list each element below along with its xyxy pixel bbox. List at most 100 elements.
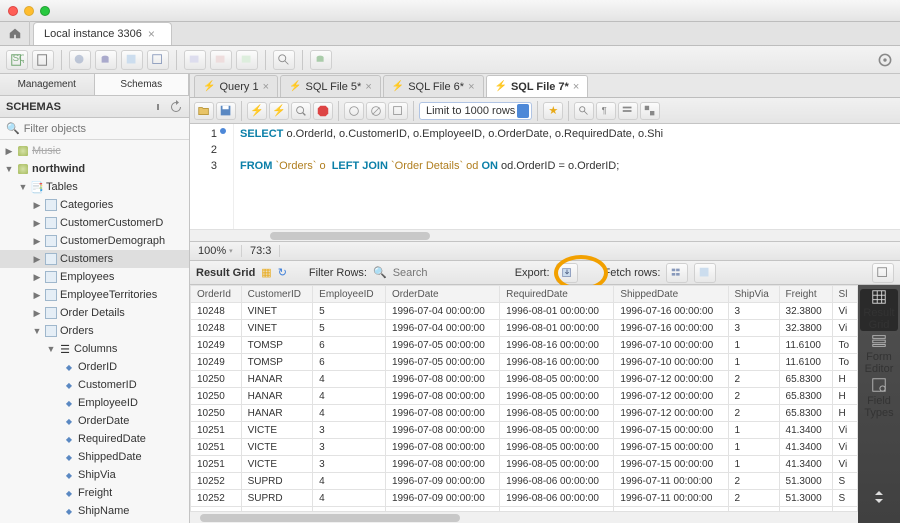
close-icon[interactable]: ×	[263, 81, 269, 93]
table-cell[interactable]: 1996-07-05 00:00:00	[385, 337, 499, 354]
table-cell[interactable]: 10251	[191, 422, 242, 439]
tree-table-categories[interactable]: ▶Categories	[0, 196, 189, 214]
table-cell[interactable]: H	[832, 371, 857, 388]
filter-rows-input[interactable]	[393, 267, 483, 279]
scrollbar-thumb[interactable]	[200, 514, 460, 522]
export-button[interactable]	[556, 263, 578, 283]
stop-button[interactable]	[313, 102, 333, 120]
table-row[interactable]: 10250HANAR41996-07-08 00:00:001996-08-05…	[191, 405, 858, 422]
field-types-mode-button[interactable]: Field Types	[860, 377, 898, 419]
table-cell[interactable]: 65.8300	[779, 388, 832, 405]
grid-icon[interactable]: ▦	[261, 266, 271, 279]
table-cell[interactable]: 1996-07-09 00:00:00	[385, 473, 499, 490]
result-grid-mode-button[interactable]: Result Grid	[860, 289, 898, 331]
tree-column[interactable]: RequiredDate	[0, 430, 189, 448]
tree-table-customers[interactable]: ▶Customers	[0, 250, 189, 268]
table-cell[interactable]: 41.3400	[779, 456, 832, 473]
table-cell[interactable]: VICTE	[241, 456, 313, 473]
table-cell[interactable]: 1996-07-11 00:00:00	[614, 473, 728, 490]
table-cell[interactable]: 5	[313, 320, 386, 337]
table-cell[interactable]: 5	[313, 303, 386, 320]
table-cell[interactable]: 4	[313, 388, 386, 405]
new-sql-tab-button[interactable]: SQL	[6, 50, 28, 70]
tree-table-employeeterritories[interactable]: ▶EmployeeTerritories	[0, 286, 189, 304]
close-window-icon[interactable]	[8, 6, 18, 16]
table-cell[interactable]: HANAR	[241, 388, 313, 405]
table-cell[interactable]: 1996-08-06 00:00:00	[500, 490, 614, 507]
table-cell[interactable]: 1996-07-11 00:00:00	[614, 490, 728, 507]
table-cell[interactable]: 1996-08-05 00:00:00	[500, 422, 614, 439]
table-cell[interactable]: To	[832, 354, 857, 371]
expand-icon[interactable]	[151, 100, 165, 114]
table-cell[interactable]: 3	[313, 422, 386, 439]
table-cell[interactable]: 32.3800	[779, 303, 832, 320]
table-cell[interactable]: 1996-08-06 00:00:00	[500, 473, 614, 490]
table-cell[interactable]: 10252	[191, 490, 242, 507]
table-cell[interactable]: 6	[313, 354, 386, 371]
tree-table-customerdemograph[interactable]: ▶CustomerDemograph	[0, 232, 189, 250]
table-cell[interactable]: 4	[313, 405, 386, 422]
table-cell[interactable]: 1996-08-05 00:00:00	[500, 456, 614, 473]
execute-current-button[interactable]: ⚡	[269, 102, 289, 120]
table-cell[interactable]: 10250	[191, 388, 242, 405]
table-cell[interactable]: 2	[728, 388, 779, 405]
table-cell[interactable]: 1996-08-01 00:00:00	[500, 320, 614, 337]
table-cell[interactable]: 10250	[191, 405, 242, 422]
collapse-button[interactable]	[860, 477, 898, 519]
table-row[interactable]: 10251VICTE31996-07-08 00:00:001996-08-05…	[191, 422, 858, 439]
table-cell[interactable]: VICTE	[241, 439, 313, 456]
add-view-button[interactable]	[147, 50, 169, 70]
beautify-button[interactable]: ★	[543, 102, 563, 120]
query-tab-file6[interactable]: ⚡SQL File 6*×	[383, 75, 484, 97]
tree-db-northwind[interactable]: ▼northwind	[0, 160, 189, 178]
table-cell[interactable]: Vi	[832, 320, 857, 337]
tree-column[interactable]: ShipVia	[0, 466, 189, 484]
table-cell[interactable]: 2	[728, 405, 779, 422]
table-cell[interactable]: 1996-07-10 00:00:00	[614, 354, 728, 371]
table-cell[interactable]: 1996-07-08 00:00:00	[385, 422, 499, 439]
table-cell[interactable]: 1996-07-16 00:00:00	[614, 320, 728, 337]
table-cell[interactable]: 2	[728, 490, 779, 507]
table-cell[interactable]: 11.6100	[779, 354, 832, 371]
tree-table-orders[interactable]: ▼Orders	[0, 322, 189, 340]
table-row[interactable]: 10250HANAR41996-07-08 00:00:001996-08-05…	[191, 388, 858, 405]
grid-scrollbar[interactable]	[190, 511, 858, 523]
tree-folder-columns[interactable]: ▼☰Columns	[0, 340, 189, 358]
table-cell[interactable]: Vi	[832, 439, 857, 456]
table-cell[interactable]: 10248	[191, 303, 242, 320]
code-area[interactable]: SELECT o.OrderId, o.CustomerID, o.Employ…	[234, 124, 900, 229]
table-row[interactable]: 10248VINET51996-07-04 00:00:001996-08-01…	[191, 320, 858, 337]
close-icon[interactable]: ×	[365, 81, 371, 93]
query-tab-1[interactable]: ⚡Query 1×	[194, 75, 278, 97]
zoom-window-icon[interactable]	[40, 6, 50, 16]
table-row[interactable]: 10251VICTE31996-07-08 00:00:001996-08-05…	[191, 456, 858, 473]
close-icon[interactable]: ×	[573, 81, 579, 93]
table-cell[interactable]: 1996-08-05 00:00:00	[500, 388, 614, 405]
close-icon[interactable]: ×	[468, 81, 474, 93]
table-cell[interactable]: 1996-07-12 00:00:00	[614, 371, 728, 388]
table-cell[interactable]: 1996-08-16 00:00:00	[500, 337, 614, 354]
form-editor-mode-button[interactable]: Form Editor	[860, 333, 898, 375]
tree-column[interactable]: CustomerID	[0, 376, 189, 394]
table-cell[interactable]: 41.3400	[779, 439, 832, 456]
scrollbar-thumb[interactable]	[270, 232, 430, 240]
add-trigger-button[interactable]	[236, 50, 258, 70]
find-button[interactable]	[574, 102, 594, 120]
table-cell[interactable]: 3	[313, 456, 386, 473]
table-row[interactable]: 10248VINET51996-07-04 00:00:001996-08-01…	[191, 303, 858, 320]
table-cell[interactable]: 1996-08-05 00:00:00	[500, 405, 614, 422]
column-header[interactable]: CustomerID	[241, 286, 313, 303]
column-header[interactable]: EmployeeID	[313, 286, 386, 303]
tree-column[interactable]: OrderDate	[0, 412, 189, 430]
tree-folder-tables[interactable]: ▼📑Tables	[0, 178, 189, 196]
table-cell[interactable]: Vi	[832, 456, 857, 473]
close-icon[interactable]: ×	[148, 27, 155, 41]
commit-button[interactable]	[344, 102, 364, 120]
sql-editor[interactable]: 1 2 3 SELECT o.OrderId, o.CustomerID, o.…	[190, 124, 900, 229]
add-table-button[interactable]	[121, 50, 143, 70]
table-cell[interactable]: 1996-07-04 00:00:00	[385, 303, 499, 320]
table-cell[interactable]: TOMSP	[241, 337, 313, 354]
table-cell[interactable]: 1996-08-01 00:00:00	[500, 303, 614, 320]
table-cell[interactable]: 65.8300	[779, 371, 832, 388]
table-row[interactable]: 10249TOMSP61996-07-05 00:00:001996-08-16…	[191, 354, 858, 371]
